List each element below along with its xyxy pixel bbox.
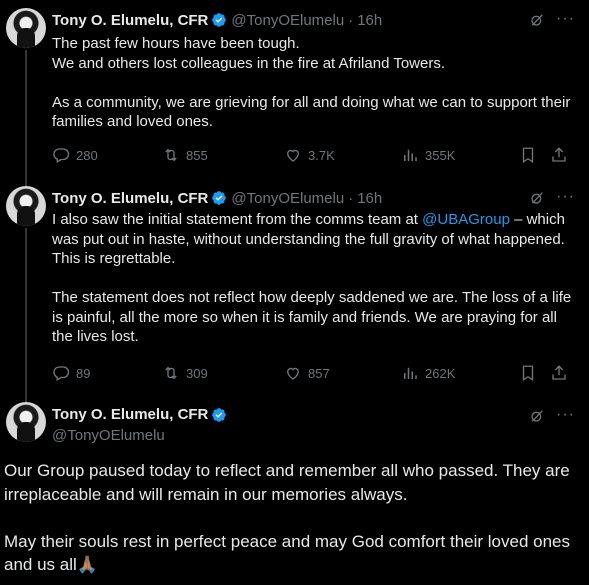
separator: · xyxy=(348,189,354,207)
like-icon xyxy=(287,367,299,380)
views-icon xyxy=(404,367,417,379)
praying-hands-emoji: 🙏🏽 xyxy=(76,555,98,574)
verified-badge-icon xyxy=(212,407,227,422)
tweet-header: Tony O. Elumelu, CFR @TonyOElumelu · 16h xyxy=(52,188,382,208)
author-name[interactable]: Tony O. Elumelu, CFR xyxy=(52,12,208,29)
verified-badge-icon xyxy=(212,191,227,205)
reply-count: 89 xyxy=(76,365,91,381)
tweet-paragraph: Our Group paused today to reflect and re… xyxy=(4,461,570,504)
author-handle[interactable]: @TonyOElumelu xyxy=(231,12,344,29)
author-name[interactable]: Tony O. Elumelu, CFR xyxy=(52,190,208,207)
tweet-paragraph: The statement does not reflect how deepl… xyxy=(52,289,572,345)
grok-icon[interactable] xyxy=(529,190,545,206)
avatar[interactable] xyxy=(6,186,46,226)
separator: · xyxy=(348,11,354,29)
tweet[interactable]: Tony O. Elumelu, CFR @TonyOElumelu · 16h… xyxy=(0,178,589,394)
like-count: 857 xyxy=(308,365,330,381)
tweet-paragraph: May their souls rest in perfect peace an… xyxy=(4,530,575,577)
reply-button[interactable]: 280 xyxy=(52,146,98,164)
views-count: 262K xyxy=(425,365,456,381)
timestamp[interactable]: 16h xyxy=(357,190,382,207)
views-button[interactable]: 262K xyxy=(401,364,455,382)
avatar[interactable] xyxy=(6,8,46,48)
reply-icon xyxy=(53,366,70,381)
tweet[interactable]: Tony O. Elumelu, CFR @TonyOElumelu · 16h… xyxy=(0,0,589,178)
views-count: 355K xyxy=(425,147,456,163)
views-icon xyxy=(404,149,417,161)
like-icon xyxy=(287,149,299,162)
repost-count: 855 xyxy=(186,147,208,163)
author-handle[interactable]: @TonyOElumelu xyxy=(52,427,165,444)
like-button[interactable]: 3.7K xyxy=(284,146,335,164)
tweet-actions: 280 855 3.7K 355K xyxy=(52,146,575,166)
grok-icon[interactable] xyxy=(529,12,545,28)
tweet-paragraph: The past few hours have been tough. We a… xyxy=(52,35,445,72)
tweet-text-segment: I also saw the initial statement from th… xyxy=(52,211,423,228)
tweet-text: I also saw the initial statement from th… xyxy=(52,210,575,347)
more-icon[interactable]: ··· xyxy=(556,188,575,206)
repost-count: 309 xyxy=(186,365,208,381)
tweet-focused[interactable]: Tony O. Elumelu, CFR @TonyOElumelu ··· O… xyxy=(0,394,589,585)
repost-button[interactable]: 309 xyxy=(162,364,208,382)
share-icon[interactable] xyxy=(550,364,568,382)
share-icon[interactable] xyxy=(550,146,568,164)
grok-icon[interactable] xyxy=(529,408,545,424)
timestamp[interactable]: 16h xyxy=(357,12,382,29)
reply-button[interactable]: 89 xyxy=(52,364,90,382)
bookmark-icon[interactable] xyxy=(519,364,537,382)
mention-link[interactable]: @UBAGroup xyxy=(422,211,510,228)
bookmark-icon[interactable] xyxy=(519,146,537,164)
reply-icon xyxy=(53,148,70,163)
more-icon[interactable]: ··· xyxy=(556,406,575,424)
like-button[interactable]: 857 xyxy=(284,364,330,382)
tweet-text: The past few hours have been tough. We a… xyxy=(52,34,575,132)
avatar[interactable] xyxy=(6,402,46,442)
more-icon[interactable]: ··· xyxy=(556,10,575,28)
verified-badge-icon xyxy=(212,13,227,27)
reply-count: 280 xyxy=(76,147,98,163)
tweet-header: Tony O. Elumelu, CFR xyxy=(52,406,227,423)
tweet-paragraph: I also saw the initial statement from th… xyxy=(52,210,575,269)
repost-button[interactable]: 855 xyxy=(162,146,208,164)
views-button[interactable]: 355K xyxy=(401,146,455,164)
repost-icon xyxy=(165,366,177,380)
tweet-header: Tony O. Elumelu, CFR @TonyOElumelu · 16h xyxy=(52,10,382,30)
repost-icon xyxy=(165,148,177,162)
author-handle[interactable]: @TonyOElumelu xyxy=(231,190,344,207)
author-name[interactable]: Tony O. Elumelu, CFR xyxy=(52,406,208,423)
tweet-paragraph: As a community, we are grieving for all … xyxy=(52,93,571,131)
like-count: 3.7K xyxy=(308,147,335,163)
tweet-text: Our Group paused today to reflect and re… xyxy=(4,459,575,577)
tweet-actions: 89 309 857 262K xyxy=(52,364,575,384)
